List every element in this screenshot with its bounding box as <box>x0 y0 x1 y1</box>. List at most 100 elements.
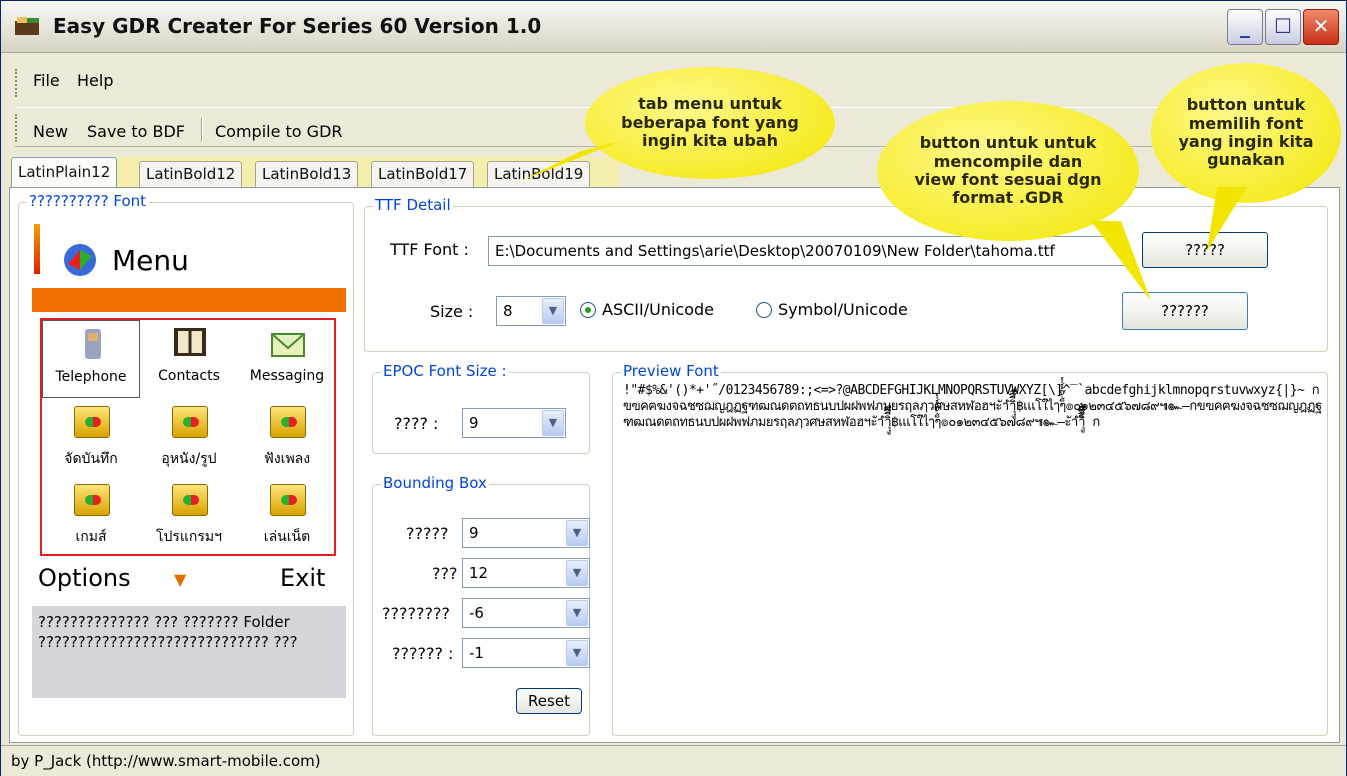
preview-font-group: Preview Font !"#$%&'()*+'˝/0123456789:;<… <box>612 362 1328 736</box>
chevron-down-icon[interactable]: ▼ <box>566 640 588 666</box>
app-contacts[interactable]: Contacts <box>140 320 238 398</box>
chevron-down-icon: ▼ <box>174 570 187 589</box>
annotation-pointer <box>521 141 621 181</box>
folder-icon <box>270 406 306 438</box>
app-label: Contacts <box>158 368 220 384</box>
app-label: จัดบันทึก <box>64 451 118 467</box>
window-title: Easy GDR Creater For Series 60 Version 1… <box>53 14 542 38</box>
app-messaging[interactable]: Messaging <box>238 320 336 398</box>
app-icon <box>13 15 43 39</box>
close-icon: ✕ <box>1312 14 1330 38</box>
bbox-select-3[interactable]: -1 ▼ <box>462 638 590 668</box>
size-value: 8 <box>503 302 513 320</box>
bbox-select-2[interactable]: -6 ▼ <box>462 598 590 628</box>
epoc-size-label: EPOC Font Size : <box>381 362 509 380</box>
signal-icon <box>34 224 40 274</box>
close-button[interactable]: ✕ <box>1303 9 1339 45</box>
minimize-button[interactable]: _ <box>1227 9 1263 45</box>
annotation-pointer <box>1091 221 1151 301</box>
toolbar-grip[interactable] <box>15 114 18 142</box>
epoc-field-label: ???? : <box>394 414 439 433</box>
telephone-icon <box>75 327 111 359</box>
folder-icon <box>172 484 208 516</box>
app-media[interactable]: อุหนัง/รูป <box>140 400 238 478</box>
app-games[interactable]: เกมส์ <box>42 478 140 556</box>
new-button[interactable]: New <box>33 122 68 141</box>
bbox-label-0: ????? <box>406 524 449 543</box>
size-select[interactable]: 8 ▼ <box>496 296 566 326</box>
radio-symbol-label: Symbol/Unicode <box>778 300 908 319</box>
annotation-compile-text: button untuk untuk mencompile dan view f… <box>914 133 1102 208</box>
annotation-browse: button untuk memilih font yang ingin kit… <box>1151 63 1341 203</box>
options-softkey: Options <box>38 564 131 592</box>
folder-icon <box>270 484 306 516</box>
radio-ascii[interactable] <box>580 302 596 318</box>
menu-help[interactable]: Help <box>77 71 113 90</box>
chevron-down-icon[interactable]: ▼ <box>542 298 564 324</box>
phone-preview: Menu Telephone Contacts Messaging จัดบัน… <box>32 212 346 556</box>
maximize-icon: ☐ <box>1274 14 1292 38</box>
annotation-pointer <box>1207 187 1247 251</box>
chevron-down-icon[interactable]: ▼ <box>566 600 588 626</box>
compile-gdr-button[interactable]: Compile to GDR <box>215 122 343 141</box>
minimize-icon: _ <box>1240 14 1250 38</box>
tab-latinplain12[interactable]: LatinPlain12 <box>11 157 118 187</box>
bbox-select-0[interactable]: 9 ▼ <box>462 518 590 548</box>
bbox-select-1[interactable]: 12 ▼ <box>462 558 590 588</box>
phone-info-text: ?????????????? ??? ??????? Folder ??????… <box>32 606 346 698</box>
app-telephone[interactable]: Telephone <box>42 320 140 398</box>
bbox-value: -1 <box>469 644 484 662</box>
folder-icon <box>172 406 208 438</box>
ttf-detail-group: TTF Detail <box>364 196 1328 352</box>
annotation-compile: button untuk untuk mencompile dan view f… <box>877 101 1139 241</box>
radio-symbol[interactable] <box>756 302 772 318</box>
chevron-down-icon[interactable]: ▼ <box>566 560 588 586</box>
ttf-font-path[interactable]: E:\Documents and Settings\arie\Desktop\2… <box>488 236 1126 266</box>
app-notes[interactable]: จัดบันทึก <box>42 400 140 478</box>
tab-latinbold17[interactable]: LatinBold17 <box>371 161 475 187</box>
menu-grip[interactable] <box>15 69 18 97</box>
app-grid: Telephone Contacts Messaging จัดบันทึก อ… <box>40 318 336 556</box>
app-label: เล่นเน็ต <box>263 529 311 545</box>
preview-font-text: !"#$%&'()*+'˝/0123456789:;<=>?@ABCDEFGHI… <box>623 383 1322 430</box>
bbox-label-3: ?????? : <box>392 644 454 663</box>
folder-icon <box>74 406 110 438</box>
save-bdf-button[interactable]: Save to BDF <box>87 122 185 141</box>
epoc-size-select[interactable]: 9 ▼ <box>462 408 566 438</box>
contacts-icon <box>172 326 208 358</box>
folder-icon <box>74 484 110 516</box>
status-bar: by P_Jack (http://www.smart-mobile.com) <box>1 745 1346 776</box>
app-label: ฟังเพลง <box>263 451 311 467</box>
phone-header: Menu <box>32 212 346 288</box>
app-programs[interactable]: โปรแกรมฯ <box>140 478 238 556</box>
app-music[interactable]: ฟังเพลง <box>238 400 336 478</box>
chevron-down-icon[interactable]: ▼ <box>542 410 564 436</box>
toolbar-separator <box>201 118 203 142</box>
app-label: โปรแกรมฯ <box>155 529 223 545</box>
ttf-font-label: TTF Font : <box>390 240 469 259</box>
chevron-down-icon[interactable]: ▼ <box>566 520 588 546</box>
menu-file[interactable]: File <box>33 71 60 90</box>
ttf-detail-label: TTF Detail <box>373 196 453 214</box>
preview-font-label: Preview Font <box>621 362 721 380</box>
app-internet[interactable]: เล่นเน็ต <box>238 478 336 556</box>
app-label: เกมส์ <box>75 529 107 545</box>
bbox-value: 9 <box>469 524 479 542</box>
bbox-value: -6 <box>469 604 484 622</box>
phone-menu-title: Menu <box>112 244 189 277</box>
maximize-button[interactable]: ☐ <box>1265 9 1301 45</box>
bbox-label-1: ??? <box>432 564 458 583</box>
tab-latinbold13[interactable]: LatinBold13 <box>255 161 359 187</box>
bbox-label-2: ???????? <box>382 604 450 623</box>
tab-latinbold12[interactable]: LatinBold12 <box>139 161 243 187</box>
app-window: Easy GDR Creater For Series 60 Version 1… <box>0 0 1347 776</box>
title-bar[interactable]: Easy GDR Creater For Series 60 Version 1… <box>1 1 1346 53</box>
epoc-size-value: 9 <box>469 414 479 432</box>
annotation-tabs-text: tab menu untuk beberapa font yang ingin … <box>621 94 799 151</box>
app-label: อุหนัง/รูป <box>161 451 217 467</box>
reset-button[interactable]: Reset <box>516 688 582 714</box>
menu-icon <box>60 240 100 284</box>
bounding-box-label: Bounding Box <box>381 474 489 492</box>
size-label: Size : <box>430 302 474 321</box>
radio-ascii-label: ASCII/Unicode <box>602 300 714 319</box>
